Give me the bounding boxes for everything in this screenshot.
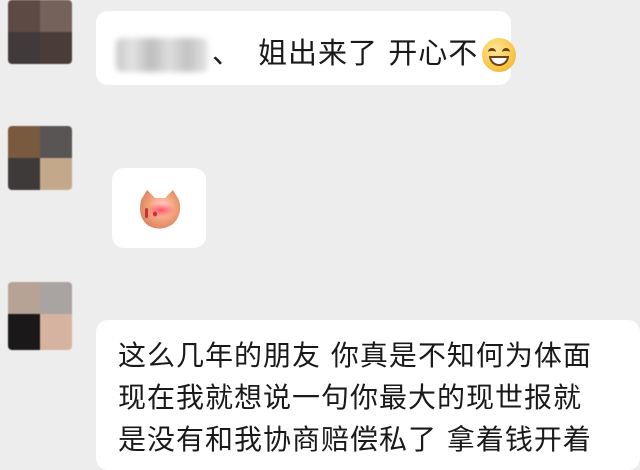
avatar[interactable] [8, 126, 72, 190]
kitty-sticker-icon [140, 190, 181, 229]
message-line: 这么几年的朋友 你真是不知何为体面 [118, 339, 592, 372]
message-text: 这么几年的朋友 你真是不知何为体面 现在我就想说一句你最大的现世报就 是没有和我… [118, 335, 628, 461]
blurred-sender-name [116, 38, 208, 72]
grinning-face-emoji-icon [482, 38, 517, 72]
avatar[interactable] [8, 282, 72, 350]
avatar[interactable] [8, 0, 72, 64]
chat-screen: { "messages": [ { "type": "text", "prefi… [0, 0, 640, 470]
message-line: 是没有和我协商赔偿私了 拿着钱开着 [118, 423, 592, 456]
message-prefix: 、 [212, 36, 243, 70]
message-line: 现在我就想说一句你最大的现世报就 [118, 381, 583, 414]
message-text: 姐出来了 开心不 [258, 36, 479, 70]
message-bubble[interactable]: 、姐出来了 开心不 [96, 11, 517, 85]
